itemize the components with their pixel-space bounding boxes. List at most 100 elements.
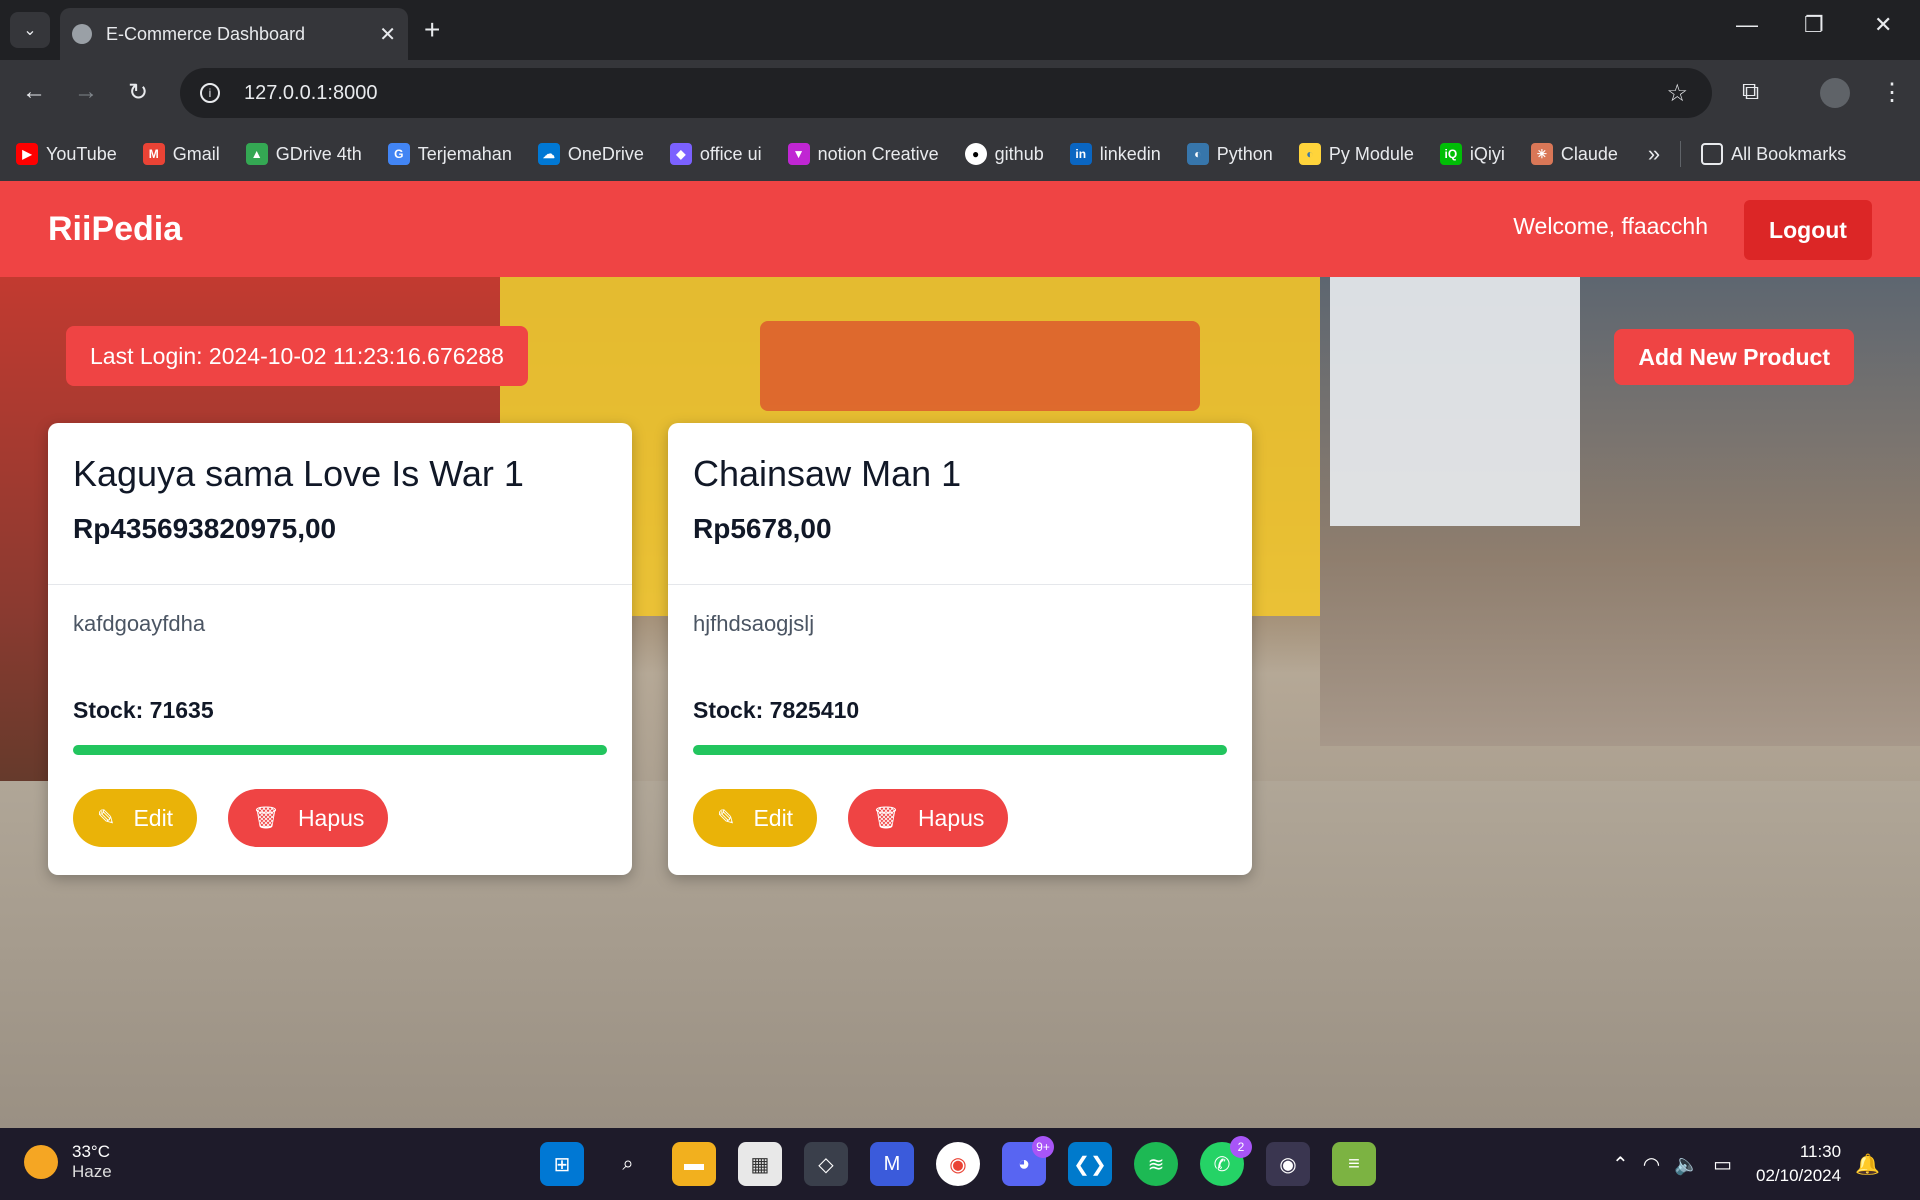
vscode-icon[interactable]: ❮❯ bbox=[1068, 1142, 1112, 1186]
new-tab-button[interactable]: + bbox=[424, 14, 440, 46]
page-viewport: RiiPedia Welcome, ffaacchh Logout Last L… bbox=[0, 181, 1920, 1128]
search-icon[interactable]: ⌕ bbox=[606, 1142, 650, 1186]
pencil-icon: ✎ bbox=[717, 805, 736, 830]
bookmark-linkedin[interactable]: in linkedin bbox=[1069, 143, 1161, 165]
windows-start-icon[interactable]: ⊞ bbox=[540, 1142, 584, 1186]
bookmarks-bar: ▶ YouTube M Gmail ▲ GDrive 4th G Terjemahan … bbox=[0, 127, 1920, 181]
navbar: RiiPedia Welcome, ffaacchh Logout bbox=[0, 181, 1920, 277]
browser-toolbar: ← → ↻ i 127.0.0.1:8000 ☆ ⧉ ⋮ bbox=[0, 60, 1920, 127]
product-card: Kaguya sama Love Is War 1 Rp435693820975… bbox=[48, 423, 632, 875]
product-card: Chainsaw Man 1 Rp5678,00 hjfhdsaogjslj S… bbox=[668, 423, 1252, 875]
bookmark-gdrive[interactable]: ▲ GDrive 4th bbox=[245, 143, 362, 165]
translate-icon: G bbox=[387, 143, 410, 165]
bookmarks-divider bbox=[1680, 141, 1682, 167]
add-new-product-button[interactable]: Add New Product bbox=[1614, 329, 1854, 385]
file-explorer-icon[interactable]: ▬ bbox=[672, 1142, 716, 1186]
github-icon: ● bbox=[964, 143, 987, 165]
bookmark-onedrive[interactable]: ☁ OneDrive bbox=[537, 143, 644, 165]
bookmark-terjemahan[interactable]: G Terjemahan bbox=[387, 143, 512, 165]
logout-button[interactable]: Logout bbox=[1744, 200, 1872, 260]
address-bar[interactable]: i 127.0.0.1:8000 ☆ bbox=[180, 68, 1712, 118]
unity-icon[interactable]: ◇ bbox=[804, 1142, 848, 1186]
product-price: Rp435693820975,00 bbox=[73, 513, 337, 544]
trash-icon: 🗑 bbox=[872, 805, 900, 830]
last-login-badge: Last Login: 2024-10-02 11:23:16.676288 bbox=[66, 326, 528, 386]
delete-button[interactable]: 🗑 Hapus bbox=[848, 789, 1009, 847]
python-icon: ◐ bbox=[1186, 143, 1209, 165]
bookmark-python[interactable]: ◐ Python bbox=[1186, 143, 1273, 165]
more-bookmarks-icon[interactable]: » bbox=[1648, 141, 1660, 167]
linkedin-icon: in bbox=[1069, 143, 1092, 165]
delete-button[interactable]: 🗑 Hapus bbox=[228, 789, 389, 847]
stock-progress-bar bbox=[73, 745, 607, 755]
all-bookmarks-folder[interactable]: All Bookmarks bbox=[1701, 143, 1846, 165]
window-close-icon[interactable]: ✕ bbox=[1874, 12, 1892, 38]
wifi-icon[interactable]: ◠ bbox=[1643, 1152, 1660, 1177]
edit-button[interactable]: ✎ Edit bbox=[693, 789, 818, 847]
product-description: kafdgoayfdha bbox=[73, 611, 206, 636]
volume-icon[interactable]: 🔈 bbox=[1674, 1152, 1699, 1177]
reload-icon[interactable]: ↻ bbox=[128, 78, 148, 107]
haze-icon bbox=[24, 1145, 58, 1179]
taskbar: 33°C Haze ⊞ ⌕ ▬ ▦ ◇ M ◉ ◕ 9+ ❮❯ ≋ ✆ 2 ◉ ≡ … bbox=[0, 1128, 1920, 1200]
app-icon[interactable]: M bbox=[870, 1142, 914, 1186]
bookmark-gmail[interactable]: M Gmail bbox=[142, 143, 220, 165]
weather-condition: Haze bbox=[72, 1162, 112, 1181]
battery-icon[interactable]: ▭ bbox=[1713, 1152, 1732, 1177]
weather-widget[interactable]: 33°C Haze bbox=[24, 1142, 112, 1182]
whatsapp-icon[interactable]: ✆ 2 bbox=[1200, 1136, 1252, 1186]
system-tray: ⌃ ◠ 🔈 ▭ 11:30 02/10/2024 🔔 bbox=[1612, 1140, 1880, 1188]
chrome-icon[interactable]: ◉ bbox=[936, 1142, 980, 1186]
chrome-active-icon[interactable]: ◉ bbox=[1266, 1142, 1310, 1186]
stock-progress-bar bbox=[693, 745, 1227, 755]
discord-icon[interactable]: ◕ 9+ bbox=[1002, 1136, 1054, 1186]
trash-icon: 🗑 bbox=[252, 805, 280, 830]
restore-icon[interactable]: ❐ bbox=[1804, 12, 1824, 38]
temperature: 33°C bbox=[72, 1142, 110, 1161]
spotify-icon[interactable]: ≋ bbox=[1134, 1142, 1178, 1186]
notification-bell-icon[interactable]: 🔔 bbox=[1855, 1152, 1880, 1177]
bookmark-claude[interactable]: ✳ Claude bbox=[1530, 143, 1618, 165]
notion-icon: ▼ bbox=[787, 143, 810, 165]
product-stock: Stock: 7825410 bbox=[693, 697, 860, 723]
extensions-icon[interactable]: ⧉ bbox=[1742, 78, 1759, 106]
tab-title: E-Commerce Dashboard bbox=[106, 23, 306, 44]
product-name: Chainsaw Man 1 bbox=[693, 453, 962, 494]
bookmark-office-ui[interactable]: ◆ office ui bbox=[669, 143, 762, 165]
close-tab-icon[interactable]: ✕ bbox=[379, 22, 396, 47]
browser-tab[interactable]: E-Commerce Dashboard ✕ bbox=[60, 8, 408, 60]
bookmark-star-icon[interactable]: ☆ bbox=[1666, 79, 1688, 108]
product-stock: Stock: 71635 bbox=[73, 697, 214, 723]
bookmark-github[interactable]: ● github bbox=[964, 143, 1044, 165]
minimize-icon[interactable]: — bbox=[1736, 12, 1758, 38]
stock-bar-fill bbox=[693, 745, 1227, 755]
welcome-text: Welcome, ffaacchh bbox=[1513, 213, 1708, 239]
forward-icon[interactable]: → bbox=[74, 78, 98, 106]
office-icon: ◆ bbox=[669, 143, 692, 165]
brand-logo[interactable]: RiiPedia bbox=[48, 210, 182, 249]
bookmark-py-module[interactable]: ◐ Py Module bbox=[1298, 143, 1414, 165]
bookmark-youtube[interactable]: ▶ YouTube bbox=[16, 143, 117, 165]
bookmark-notion[interactable]: ▼ notion Creative bbox=[787, 143, 939, 165]
youtube-icon: ▶ bbox=[16, 143, 38, 165]
bookmark-iqiyi[interactable]: iQ iQiyi bbox=[1439, 143, 1505, 165]
tab-search-button[interactable]: ⌄ bbox=[10, 12, 50, 48]
bluestacks-icon[interactable]: ≡ bbox=[1332, 1142, 1376, 1186]
browser-tab-strip: ⌄ E-Commerce Dashboard ✕ + — ❐ ✕ bbox=[0, 0, 1920, 60]
menu-icon[interactable]: ⋮ bbox=[1880, 78, 1904, 107]
back-icon[interactable]: ← bbox=[22, 78, 46, 106]
clock[interactable]: 11:30 02/10/2024 bbox=[1756, 1140, 1841, 1188]
time: 11:30 bbox=[1799, 1142, 1842, 1161]
edit-button[interactable]: ✎ Edit bbox=[73, 789, 198, 847]
stock-bar-fill bbox=[73, 745, 607, 755]
folder-icon bbox=[1701, 143, 1724, 165]
url-text: 127.0.0.1:8000 bbox=[244, 81, 378, 104]
chevron-up-icon[interactable]: ⌃ bbox=[1612, 1152, 1629, 1177]
iqiyi-icon: iQ bbox=[1439, 143, 1462, 165]
store-icon[interactable]: ▦ bbox=[738, 1142, 782, 1186]
claude-icon: ✳ bbox=[1530, 143, 1553, 165]
globe-icon bbox=[72, 24, 92, 44]
site-info-icon[interactable]: i bbox=[200, 83, 220, 103]
profile-avatar[interactable] bbox=[1820, 78, 1850, 108]
product-price: Rp5678,00 bbox=[693, 513, 832, 544]
